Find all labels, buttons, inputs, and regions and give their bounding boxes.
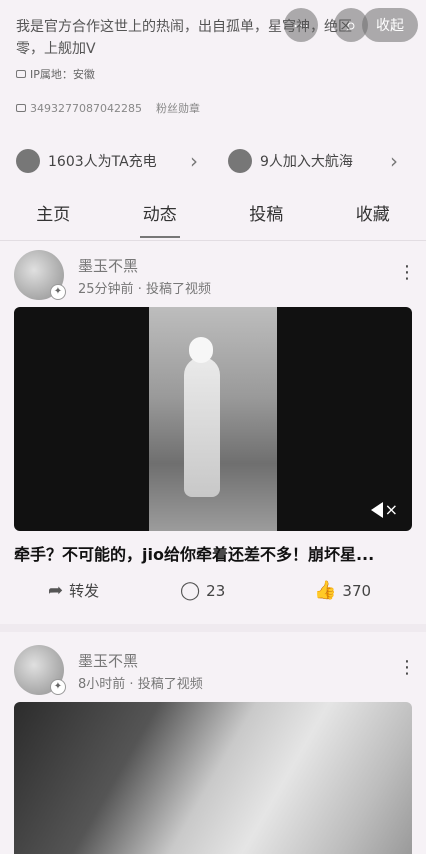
charge-text: 1603人为TA充电 (48, 154, 157, 170)
tabs-divider (0, 240, 426, 241)
uid-value: 3493277087042285 (30, 101, 142, 115)
repost-label: 转发 (69, 582, 100, 600)
charge-row[interactable]: 1603人为TA充电 › (16, 148, 206, 174)
avatar[interactable]: ✦ (14, 250, 66, 300)
post-author[interactable]: 墨玉不黑 (78, 255, 138, 276)
uid-row: 3493277087042285 粉丝勋章 (16, 100, 200, 116)
video-player[interactable] (14, 702, 412, 854)
comment-count: 23 (206, 581, 226, 600)
profile-bio: 我是官方合作这世上的热闹，出自孤单，星穹神，绝区零，上舰加V (16, 19, 352, 57)
speaker-icon (370, 501, 383, 518)
charge-avatar (16, 149, 40, 173)
chevron-right-icon: › (190, 149, 198, 173)
post-meta: 8小时前 · 投稿了视频 (78, 673, 203, 692)
tab-dynamics[interactable]: 动态 (107, 200, 214, 238)
video-figure-head (189, 337, 213, 363)
video-player[interactable]: × (14, 307, 412, 531)
post-time: 8小时前 (78, 677, 126, 692)
ip-icon (16, 70, 26, 78)
verified-badge-icon: ✦ (50, 679, 66, 695)
tab-favorites[interactable]: 收藏 (320, 200, 426, 236)
like-count: 370 (342, 581, 372, 600)
post-action: 投稿了视频 (145, 282, 211, 297)
ip-label: IP属地：安徽 (30, 68, 95, 81)
like-button[interactable]: 👍 370 (314, 580, 371, 601)
fleet-text: 9人加入大航海 (260, 154, 353, 170)
meta-separator: · (137, 282, 146, 297)
post-action: 投稿了视频 (137, 677, 203, 692)
mute-button[interactable]: × (370, 500, 398, 519)
avatar[interactable]: ✦ (14, 645, 66, 695)
post-meta: 25分钟前 · 投稿了视频 (78, 278, 211, 297)
post-time: 25分钟前 (78, 282, 134, 297)
like-icon: 👍 (314, 580, 337, 601)
post-actions: ➦ 转发 ◯ 23 👍 370 (0, 580, 426, 606)
more-options-button[interactable]: ⋮ (398, 264, 416, 282)
uid-icon (16, 104, 26, 112)
profile-tabs: 主页 动态 投稿 收藏 (0, 200, 426, 238)
repost-icon: ➦ (48, 580, 64, 601)
comment-icon: ◯ (180, 580, 201, 601)
post-author[interactable]: 墨玉不黑 (78, 650, 138, 671)
video-frame (149, 307, 277, 531)
post-divider (0, 624, 426, 632)
fan-badge-link[interactable]: 粉丝勋章 (156, 100, 200, 116)
video-figure (184, 357, 220, 497)
repost-button[interactable]: ➦ 转发 (48, 580, 99, 601)
collapse-label: 收起 (376, 18, 404, 34)
ip-location: IP属地：安徽 (16, 66, 95, 82)
post-title[interactable]: 牵手？不可能的，jio给你牵着还差不多！崩坏星... (14, 541, 414, 565)
tab-home[interactable]: 主页 (0, 200, 107, 236)
fleet-avatar (228, 149, 252, 173)
mute-x-icon: × (384, 500, 398, 519)
more-options-button[interactable]: ⋮ (398, 659, 416, 677)
fleet-row[interactable]: 9人加入大航海 › (228, 148, 408, 174)
tab-uploads[interactable]: 投稿 (213, 200, 320, 236)
meta-separator: · (129, 677, 138, 692)
comment-button[interactable]: ◯ 23 (180, 580, 225, 601)
chevron-right-icon: › (390, 149, 398, 173)
verified-badge-icon: ✦ (50, 284, 66, 300)
